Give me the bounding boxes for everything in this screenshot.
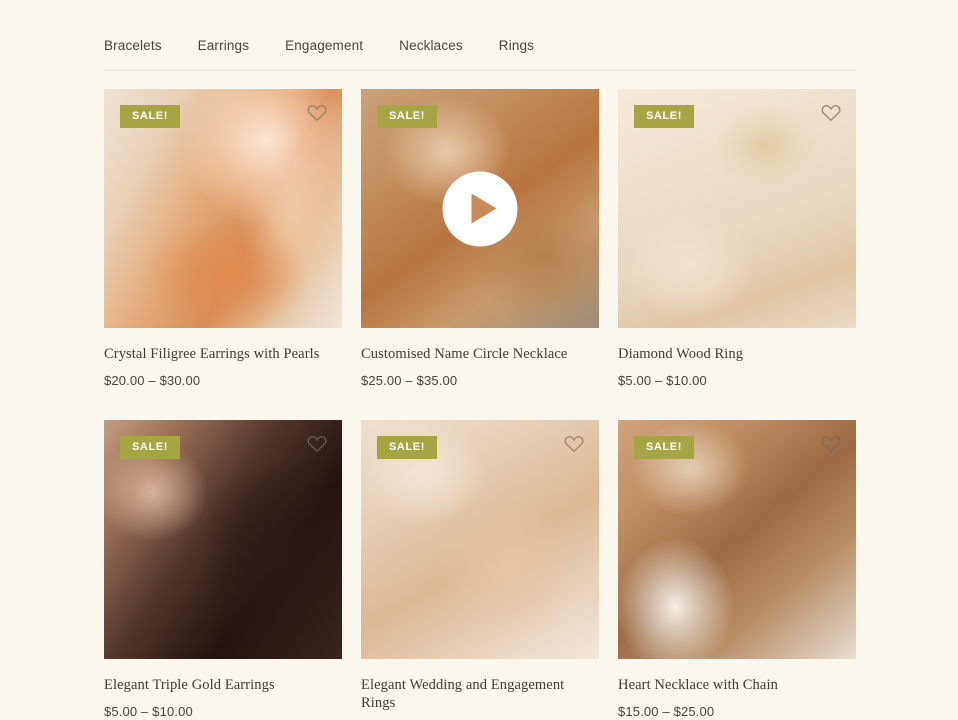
product-image-link[interactable]: SALE!	[618, 420, 856, 660]
heart-icon[interactable]	[306, 433, 328, 455]
sale-badge: SALE!	[120, 105, 180, 128]
product-image-link[interactable]: SALE!	[104, 89, 342, 328]
category-link-earrings[interactable]: Earrings	[198, 38, 249, 53]
sale-badge: SALE!	[634, 436, 694, 460]
product-price: $5.00 – $10.00	[618, 373, 707, 389]
product-image-link[interactable]: SALE!	[361, 89, 599, 328]
product-title[interactable]: Heart Necklace with Chain	[618, 676, 856, 694]
heart-icon[interactable]	[306, 102, 328, 124]
sale-badge: SALE!	[377, 105, 437, 128]
product-image-link[interactable]: SALE!	[104, 420, 342, 660]
product-card: SALE! Elegant Wedding and Engagement Rin…	[361, 420, 599, 720]
product-price: $25.00 – $35.00	[361, 373, 458, 389]
heart-icon[interactable]	[563, 433, 585, 455]
product-card: SALE! Crystal Filigree Earrings with Pea…	[104, 89, 342, 388]
category-link-rings[interactable]: Rings	[499, 38, 534, 53]
product-title[interactable]: Elegant Wedding and Engagement Rings	[361, 676, 599, 712]
product-price: $15.00 – $25.00	[618, 704, 715, 720]
product-price: $20.00 – $30.00	[104, 373, 201, 389]
product-title[interactable]: Customised Name Circle Necklace	[361, 345, 599, 363]
category-link-engagement[interactable]: Engagement	[285, 38, 363, 53]
product-card: SALE! Heart Necklace with Chain $15.00 –…	[618, 420, 856, 720]
product-grid: SALE! Crystal Filigree Earrings with Pea…	[104, 89, 856, 720]
sale-badge: SALE!	[634, 105, 694, 128]
category-link-bracelets[interactable]: Bracelets	[104, 38, 162, 53]
category-link-necklaces[interactable]: Necklaces	[399, 38, 463, 53]
product-card: SALE! Customised Name Circle Necklace $2…	[361, 89, 599, 388]
heart-icon[interactable]	[820, 433, 842, 455]
product-card: SALE! Diamond Wood Ring $5.00 – $10.00	[618, 89, 856, 388]
heart-icon[interactable]	[820, 102, 842, 124]
product-title[interactable]: Crystal Filigree Earrings with Pearls	[104, 345, 342, 363]
product-catalog-page: Bracelets Earrings Engagement Necklaces …	[0, 0, 958, 720]
product-image-link[interactable]: SALE!	[361, 420, 599, 660]
category-nav: Bracelets Earrings Engagement Necklaces …	[104, 38, 856, 71]
sale-badge: SALE!	[120, 436, 180, 460]
product-price: $5.00 – $10.00	[104, 704, 193, 720]
play-icon[interactable]	[442, 171, 518, 246]
product-title[interactable]: Diamond Wood Ring	[618, 345, 856, 363]
product-title[interactable]: Elegant Triple Gold Earrings	[104, 676, 342, 694]
product-card: SALE! Elegant Triple Gold Earrings $5.00…	[104, 420, 342, 720]
product-image-link[interactable]: SALE!	[618, 89, 856, 328]
sale-badge: SALE!	[377, 436, 437, 460]
